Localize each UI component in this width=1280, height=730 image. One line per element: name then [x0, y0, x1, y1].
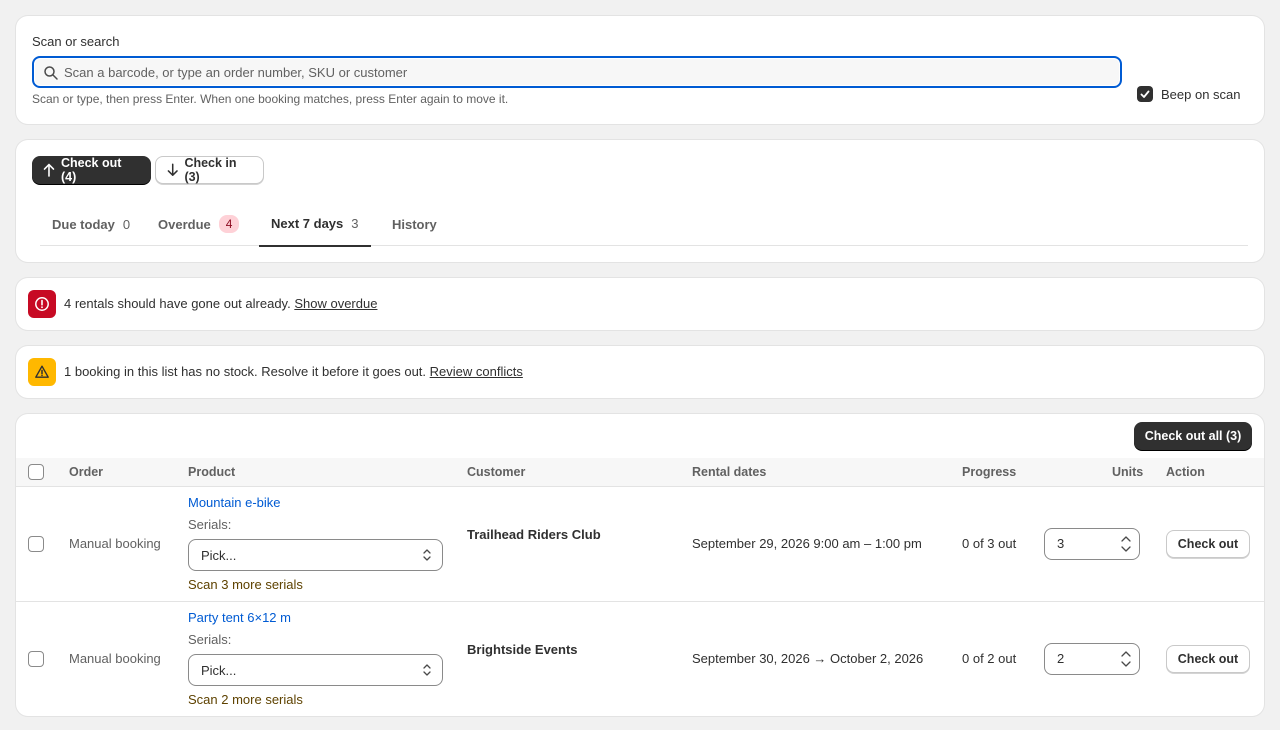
serials-select[interactable]: Pick... [188, 539, 443, 571]
serials-label: Serials: [188, 517, 232, 532]
header-product: Product [188, 465, 236, 479]
arrow-down-icon [167, 163, 178, 177]
conflict-banner: 1 booking in this list has no stock. Res… [16, 346, 1264, 398]
overdue-banner-text: 4 rentals should have gone out already. … [64, 296, 377, 311]
row-checkbox[interactable] [28, 536, 44, 552]
tab-due-today[interactable]: Due today 0 [40, 202, 142, 246]
conflict-banner-text: 1 booking in this list has no stock. Res… [64, 364, 523, 379]
customer-cell: Trailhead Riders Club [467, 527, 601, 542]
progress-cell: 0 of 2 out [962, 651, 1017, 666]
check-out-all-button[interactable]: Check out all (3) [1134, 422, 1252, 450]
bookings-table-card: Check out all (3) Order Product Customer… [16, 414, 1264, 716]
select-chevron-icon [423, 664, 431, 676]
tab-next-7-days[interactable]: Next 7 days 3 [259, 202, 371, 247]
units-input[interactable] [1057, 651, 1107, 666]
warning-triangle-icon [28, 358, 56, 386]
check-out-mode-button[interactable]: Check out (4) [32, 156, 151, 184]
search-icon [44, 66, 58, 80]
tab-history[interactable]: History [380, 202, 449, 246]
table-row: Manual booking Mountain e-bike Serials: … [16, 487, 1264, 602]
header-rental-dates: Rental dates [692, 465, 767, 479]
rental-dates-cell: September 30, 2026 → October 2, 2026 [692, 651, 924, 666]
serials-select-value: Pick... [201, 547, 237, 563]
tab-count: 3 [351, 216, 359, 231]
tab-label: Overdue [158, 216, 211, 232]
beep-on-scan-toggle[interactable]: Beep on scan [1137, 86, 1241, 102]
table-row: Manual booking Party tent 6×12 m Serials… [16, 602, 1264, 716]
serials-select-value: Pick... [201, 662, 237, 678]
header-order: Order [69, 465, 104, 479]
search-box[interactable] [32, 56, 1122, 88]
header-units: Units [1112, 465, 1144, 479]
order-cell: Manual booking [69, 536, 161, 551]
table-header: Order Product Customer Rental dates Prog… [16, 458, 1264, 487]
tab-overdue[interactable]: Overdue 4 [146, 202, 251, 246]
progress-cell: 0 of 3 out [962, 536, 1017, 551]
search-label: Scan or search [32, 34, 120, 49]
overdue-count-badge: 4 [218, 215, 240, 233]
stepper-arrows-icon[interactable] [1118, 647, 1134, 671]
search-input[interactable] [64, 58, 1114, 86]
search-card: Scan or search Scan or type, then press … [16, 16, 1264, 124]
select-chevron-icon [423, 549, 431, 561]
tab-count: 0 [122, 216, 131, 232]
rental-dates-cell: September 29, 2026 9:00 am – 1:00 pm [692, 536, 922, 551]
tab-label: Next 7 days [271, 216, 344, 231]
header-progress: Progress [962, 465, 1017, 479]
stepper-arrows-icon[interactable] [1118, 532, 1134, 556]
tab-label: History [392, 216, 437, 232]
row-checkbox[interactable] [28, 651, 44, 667]
customer-cell: Brightside Events [467, 642, 578, 657]
search-help-text: Scan or type, then press Enter. When one… [32, 92, 509, 106]
check-out-mode-label: Check out (4) [60, 156, 122, 184]
show-overdue-link[interactable]: Show overdue [294, 296, 377, 311]
conflict-message: 1 booking in this list has no stock. Res… [64, 364, 427, 379]
serials-select[interactable]: Pick... [188, 654, 443, 686]
checkmark-icon [1140, 90, 1150, 98]
beep-checkbox[interactable] [1137, 86, 1153, 102]
product-link[interactable]: Mountain e-bike [188, 495, 281, 510]
tab-bar: Due today 0 Overdue 4 Next 7 days 3 Hist… [40, 202, 1248, 247]
overdue-banner: 4 rentals should have gone out already. … [16, 278, 1264, 330]
check-out-button[interactable]: Check out [1166, 530, 1250, 558]
mode-card: Check out (4) Check in (3) Due today 0 O… [16, 140, 1264, 262]
review-conflicts-link[interactable]: Review conflicts [430, 364, 523, 379]
header-action: Action [1166, 465, 1205, 479]
beep-label: Beep on scan [1161, 86, 1241, 102]
check-in-mode-button[interactable]: Check in (3) [155, 156, 264, 184]
scan-more-serials-text: Scan 3 more serials [188, 577, 303, 592]
arrow-up-icon [43, 163, 55, 177]
select-all-checkbox[interactable] [28, 464, 44, 480]
check-in-mode-label: Check in (3) [184, 156, 237, 184]
product-link[interactable]: Party tent 6×12 m [188, 610, 291, 625]
units-input[interactable] [1057, 536, 1107, 551]
tab-label: Due today [52, 216, 115, 232]
overdue-message: 4 rentals should have gone out already. [64, 296, 291, 311]
header-customer: Customer [467, 465, 526, 479]
units-stepper[interactable] [1044, 643, 1140, 675]
alert-circle-icon [28, 290, 56, 318]
units-stepper[interactable] [1044, 528, 1140, 560]
serials-label: Serials: [188, 632, 232, 647]
check-out-button[interactable]: Check out [1166, 645, 1250, 673]
order-cell: Manual booking [69, 651, 161, 666]
scan-more-serials-text: Scan 2 more serials [188, 692, 303, 707]
